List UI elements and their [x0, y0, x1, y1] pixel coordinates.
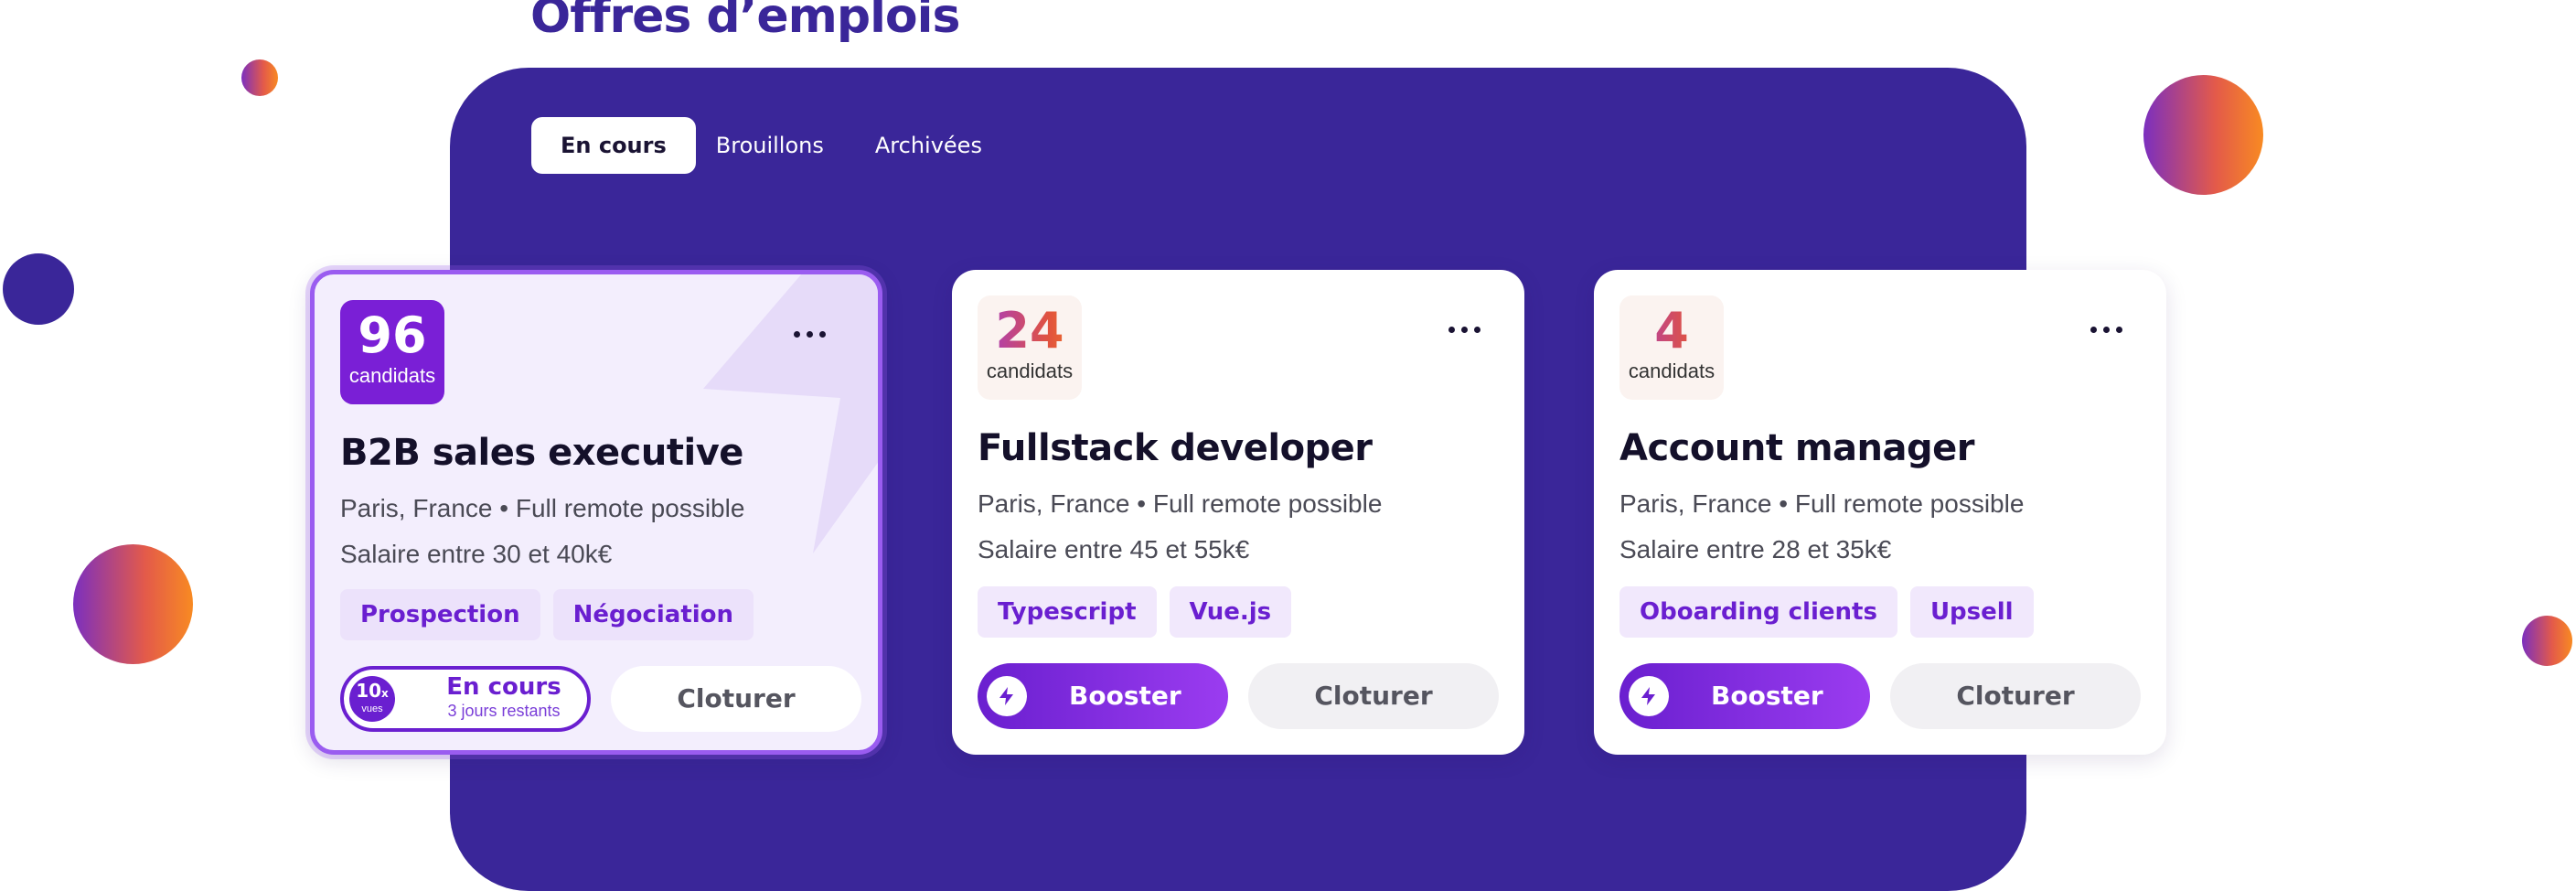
candidates-count: 4 candidats: [1619, 295, 1724, 400]
status-label: En cours: [446, 673, 561, 701]
skill-tag: Oboarding clients: [1619, 586, 1897, 638]
boost-label: Booster: [1711, 681, 1823, 711]
skill-tag: Typescript: [978, 586, 1157, 638]
views-suffix: x: [381, 687, 389, 700]
job-title: Fullstack developer: [978, 427, 1373, 469]
page-title: Offres d’emplois: [530, 0, 960, 44]
job-title: Account manager: [1619, 427, 1975, 469]
tab-brouillons[interactable]: Brouillons: [716, 117, 850, 174]
status-remaining: 3 jours restants: [447, 702, 561, 720]
candidates-number: 4: [1619, 303, 1724, 360]
tab-archivees[interactable]: Archivées: [850, 117, 1008, 174]
skill-tag: Vue.js: [1169, 586, 1292, 638]
decorative-circle: [73, 544, 193, 664]
job-location: Paris, France • Full remote possible: [978, 489, 1383, 518]
decorative-circle: [2143, 75, 2263, 195]
close-job-button[interactable]: Cloturer: [1248, 663, 1499, 729]
decorative-circle: [2522, 616, 2572, 666]
skill-tags: Typescript Vue.js: [978, 586, 1292, 638]
more-horizontal-icon: [1448, 327, 1455, 333]
boost-button[interactable]: Booster: [978, 663, 1228, 729]
views-badge: 10x vues: [349, 676, 395, 722]
job-card[interactable]: 96 candidats B2B sales executive Paris, …: [310, 270, 882, 755]
boost-button[interactable]: Booster: [1619, 663, 1870, 729]
job-location: Paris, France • Full remote possible: [340, 494, 745, 522]
more-horizontal-icon: [794, 331, 800, 338]
close-job-button[interactable]: Cloturer: [611, 666, 861, 732]
status-pill[interactable]: 10x vues En cours 3 jours restants: [340, 666, 591, 732]
card-actions: Booster Cloturer: [978, 663, 1499, 729]
job-card[interactable]: 4 candidats Account manager Paris, Franc…: [1594, 270, 2166, 755]
skill-tags: Oboarding clients Upsell: [1619, 586, 2034, 638]
candidates-number: 96: [358, 306, 427, 364]
lightning-bolt-icon: [1629, 676, 1669, 716]
more-options-button[interactable]: [794, 331, 826, 338]
more-options-button[interactable]: [2090, 327, 2122, 333]
job-title: B2B sales executive: [340, 432, 743, 474]
boost-label: Booster: [1069, 681, 1181, 711]
skill-tag: Upsell: [1909, 586, 2034, 638]
lightning-bolt-icon: [987, 676, 1027, 716]
skill-tags: Prospection Négociation: [340, 589, 754, 640]
job-salary: Salaire entre 45 et 55k€: [978, 535, 1250, 564]
job-card[interactable]: 24 candidats Fullstack developer Paris, …: [952, 270, 1524, 755]
decorative-circle: [241, 59, 278, 96]
job-location: Paris, France • Full remote possible: [1619, 489, 2025, 518]
job-salary: Salaire entre 30 et 40k€: [340, 540, 613, 568]
more-horizontal-icon: [2090, 327, 2097, 333]
close-job-button[interactable]: Cloturer: [1890, 663, 2141, 729]
tab-en-cours[interactable]: En cours: [531, 117, 696, 174]
candidates-count: 96 candidats: [340, 300, 444, 404]
candidates-label: candidats: [1628, 360, 1716, 382]
status-tabs: En cours Brouillons Archivées: [531, 117, 1008, 174]
candidates-label: candidats: [986, 360, 1074, 382]
candidates-label: candidats: [348, 364, 436, 387]
job-salary: Salaire entre 28 et 35k€: [1619, 535, 1892, 564]
skill-tag: Négociation: [552, 589, 754, 640]
views-label: vues: [361, 703, 383, 714]
card-actions: Booster Cloturer: [1619, 663, 2141, 729]
candidates-count: 24 candidats: [978, 295, 1082, 400]
card-actions: 10x vues En cours 3 jours restants Clotu…: [340, 666, 861, 732]
decorative-circle: [3, 253, 74, 325]
skill-tag: Prospection: [340, 589, 540, 640]
more-options-button[interactable]: [1448, 327, 1480, 333]
candidates-number: 24: [978, 303, 1082, 360]
views-count: 10: [356, 680, 382, 702]
